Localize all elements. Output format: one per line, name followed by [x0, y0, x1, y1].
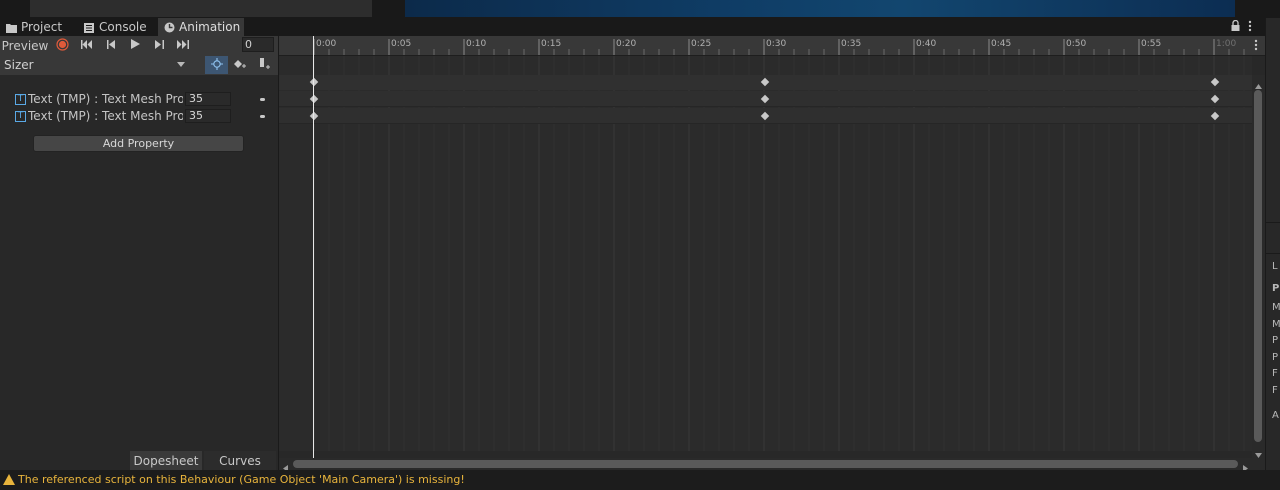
property-label: Text (TMP) : Text Mesh Pro UI.Font Size — [28, 92, 183, 106]
text-component-icon: T — [15, 94, 26, 105]
property-row[interactable]: T Text (TMP) : Text Mesh Pro UI.Font Siz… — [0, 108, 278, 124]
right-inspector-panel — [1265, 18, 1280, 470]
scene-view — [405, 0, 1235, 17]
tab-menu-icon[interactable] — [1248, 20, 1252, 35]
property-row[interactable]: T Text (TMP) : Text Mesh Pro UI.Font Siz… — [0, 91, 278, 107]
tab-project[interactable]: Project — [0, 18, 78, 36]
tab-label: Project — [21, 20, 63, 34]
filter-by-selection-button[interactable] — [205, 56, 228, 74]
chevron-down-icon — [177, 62, 185, 67]
console-icon — [84, 22, 95, 33]
record-button[interactable] — [53, 37, 71, 54]
add-keyframe-icon — [234, 58, 248, 72]
right-panel-label: P — [1272, 352, 1279, 363]
add-event-button[interactable] — [254, 56, 276, 74]
tab-label: Animation — [179, 20, 241, 34]
right-panel-label: P — [1272, 283, 1280, 294]
step-back-icon — [106, 39, 116, 52]
scroll-up-icon[interactable] — [1255, 78, 1262, 92]
next-keyframe-button[interactable] — [150, 37, 168, 54]
clip-name: Sizer — [4, 58, 34, 72]
ruler-label: 0:25 — [691, 39, 712, 49]
play-icon — [130, 39, 140, 52]
folder-icon — [6, 22, 17, 33]
property-label: Text (TMP) : Text Mesh Pro UI.Font Size — [28, 109, 183, 123]
previous-keyframe-button[interactable] — [102, 37, 120, 54]
lock-icon[interactable] — [1231, 19, 1240, 34]
property-options-icon[interactable] — [260, 115, 265, 118]
property-value-field[interactable]: 35 — [185, 92, 231, 106]
right-panel-label: M — [1272, 319, 1280, 330]
ruler-label: 0:50 — [1066, 39, 1087, 49]
warning-icon — [3, 474, 15, 485]
clip-dropdown[interactable]: Sizer — [0, 56, 190, 74]
step-forward-icon — [154, 39, 164, 52]
tab-animation[interactable]: Animation — [158, 18, 244, 36]
vertical-scroll-thumb[interactable] — [1254, 90, 1262, 442]
right-panel-label: P — [1272, 335, 1279, 346]
add-event-icon — [258, 57, 272, 73]
ruler-label: 0:00 — [316, 39, 337, 49]
right-panel-divider — [1265, 253, 1280, 254]
tab-label: Console — [99, 20, 147, 34]
ruler-label: 0:15 — [541, 39, 562, 49]
playhead[interactable] — [313, 36, 314, 458]
add-keyframe-button[interactable] — [230, 56, 252, 74]
ruler-label: 0:05 — [391, 39, 412, 49]
horizontal-scroll-thumb[interactable] — [293, 460, 1238, 468]
right-panel-divider — [1265, 222, 1280, 223]
timeline-menu-icon[interactable] — [1254, 39, 1258, 54]
first-keyframe-button[interactable] — [78, 37, 96, 54]
status-message[interactable]: The referenced script on this Behaviour … — [18, 473, 465, 486]
property-value-field[interactable]: 35 — [185, 109, 231, 123]
right-panel-label: L — [1272, 261, 1278, 272]
right-panel-label: F — [1272, 385, 1278, 396]
play-button[interactable] — [126, 37, 144, 54]
record-icon — [55, 37, 69, 54]
right-panel-label: F — [1272, 368, 1278, 379]
crosshair-icon — [210, 57, 223, 73]
ruler-label: 0:40 — [916, 39, 937, 49]
ruler-label: 0:30 — [766, 39, 787, 49]
text-component-icon: T — [15, 111, 26, 122]
right-panel-label: M — [1272, 302, 1280, 313]
ruler-label: 0:20 — [616, 39, 637, 49]
property-options-icon[interactable] — [260, 98, 265, 101]
property-list — [0, 75, 278, 451]
ruler-label: 1:00 — [1216, 39, 1237, 49]
ruler-label: 0:55 — [1141, 39, 1162, 49]
right-panel-label: A — [1272, 410, 1279, 421]
frame-input[interactable]: 0 — [242, 37, 274, 52]
top-left-panel — [30, 0, 372, 17]
dopesheet-tab[interactable]: Dopesheet — [130, 451, 202, 470]
last-keyframe-button[interactable] — [174, 37, 192, 54]
ruler-label: 0:35 — [841, 39, 862, 49]
ruler-label: 0:45 — [991, 39, 1012, 49]
ruler-label: 0:10 — [466, 39, 487, 49]
add-property-button[interactable]: Add Property — [33, 135, 244, 152]
animation-icon — [164, 22, 175, 33]
skip-to-start-icon — [81, 39, 93, 52]
curves-tab[interactable]: Curves — [204, 451, 276, 470]
skip-to-end-icon — [177, 39, 189, 52]
preview-button[interactable]: Preview — [0, 37, 50, 54]
tab-console[interactable]: Console — [78, 18, 158, 36]
